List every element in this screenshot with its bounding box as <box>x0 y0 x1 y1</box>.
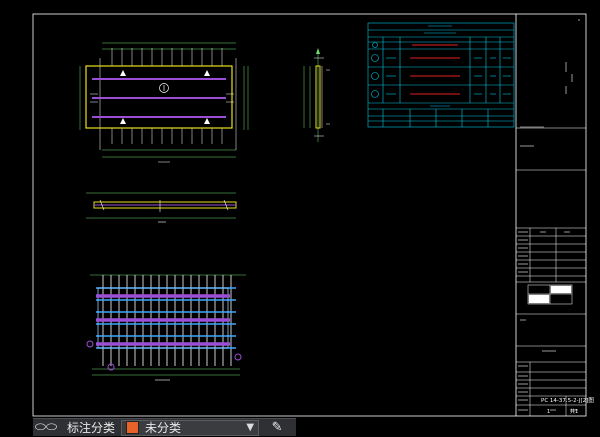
layer-select[interactable]: 未分类 ▼ <box>121 419 260 436</box>
layer-select-value: 未分类 <box>145 421 182 435</box>
total-sheets: 共1 <box>570 408 578 415</box>
cad-drawing-canvas[interactable]: PC 14-37.5-2-J[2]图 1 共1 <box>0 0 600 436</box>
layer-toolbar: ⬭⬭ 标注分类 未分类 ▼ ✎ <box>33 418 296 436</box>
slab-side-section <box>303 48 330 142</box>
slab-elevation-view <box>86 192 237 223</box>
slab-reinforcement-mesh <box>86 274 246 381</box>
drawing-code: PC 14-37.5-2-J[2]图 <box>541 396 594 404</box>
title-strip <box>516 19 586 416</box>
sheet-number: 1 <box>547 409 550 415</box>
rebar-shape-lines <box>410 44 460 95</box>
layers-icon[interactable]: ⬭⬭ <box>33 419 59 437</box>
slab-plan-view <box>79 42 249 163</box>
chevron-down-icon[interactable]: ▼ <box>246 422 254 433</box>
drawing-frame <box>32 13 587 417</box>
layer-label: 标注分类 <box>67 421 116 435</box>
layer-match-icon[interactable]: ✎ <box>265 419 289 437</box>
layer-color-swatch <box>126 421 140 434</box>
rebar-schedule-table <box>367 22 515 128</box>
